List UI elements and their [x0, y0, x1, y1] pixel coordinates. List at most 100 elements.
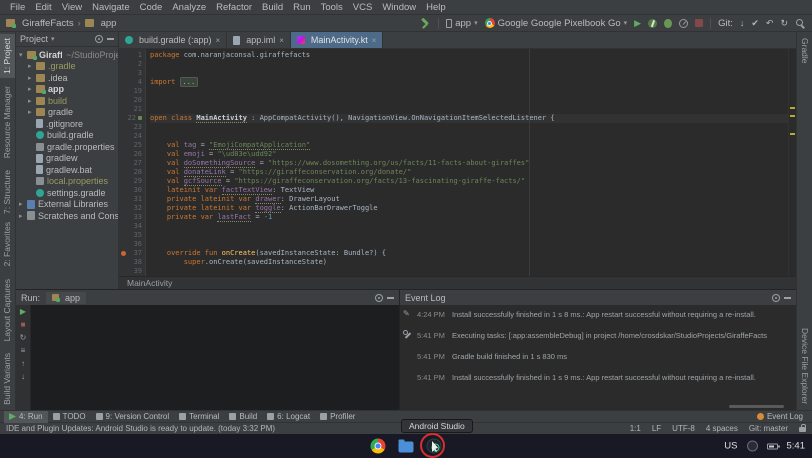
event-log-entry[interactable]: 5:41 PMGradle build finished in 1 s 830 … [417, 352, 793, 361]
settings-gear-icon[interactable] [95, 35, 103, 43]
run-config-select[interactable]: app ▾ [446, 18, 477, 29]
line-ending[interactable]: LF [652, 424, 661, 433]
stop-icon[interactable]: ■ [21, 321, 26, 329]
tool-stripe-gradle[interactable]: Gradle [797, 34, 812, 68]
tree-item-gradlew[interactable]: gradlew [16, 153, 118, 165]
git-commit-icon[interactable]: ✔ [751, 18, 759, 28]
warning-stripe-mark[interactable] [790, 107, 795, 109]
menu-build[interactable]: Build [257, 0, 288, 15]
tree-item-idea[interactable]: ▸.idea [16, 72, 118, 84]
stop-icon[interactable] [695, 19, 703, 27]
event-log-entry[interactable]: 5:41 PMExecuting tasks: [:app:assembleDe… [417, 331, 793, 340]
tree-item-external-libraries[interactable]: ▸External Libraries [16, 199, 118, 211]
menu-edit[interactable]: Edit [30, 0, 56, 15]
menu-file[interactable]: File [5, 0, 30, 15]
git-revert-icon[interactable]: ↶ [766, 18, 774, 28]
tab-build-gradle-app[interactable]: build.gradle (:app)× [119, 32, 227, 48]
hide-panel-icon[interactable] [387, 297, 394, 299]
keyboard-layout[interactable]: US [724, 441, 737, 452]
status-circle-icon[interactable] [747, 441, 758, 452]
menu-analyze[interactable]: Analyze [167, 0, 211, 15]
tree-item-gradle[interactable]: ▸gradle [16, 107, 118, 119]
run-button[interactable]: ▶ [634, 18, 641, 29]
toolwindow-terminal[interactable]: Terminal [174, 411, 224, 423]
toolwindow-6-logcat[interactable]: 6: Logcat [262, 411, 315, 423]
tree-item-gradlew-bat[interactable]: gradlew.bat [16, 164, 118, 176]
toolwindow-build[interactable]: Build [224, 411, 262, 423]
tree-item-gradle-properties[interactable]: gradle.properties [16, 141, 118, 153]
breadcrumb-project[interactable]: GiraffeFacts [22, 18, 74, 29]
tab-app-iml[interactable]: app.iml× [227, 32, 291, 48]
event-log-entry[interactable]: 4:24 PMInstall successfully finished in … [417, 310, 793, 319]
toolwindow-4-run[interactable]: 4: Run [4, 411, 48, 423]
clock[interactable]: 5:41 [787, 441, 806, 452]
restart-icon[interactable]: ↻ [20, 334, 27, 342]
files-icon[interactable] [399, 442, 414, 453]
menu-window[interactable]: Window [377, 0, 421, 15]
event-log-entry[interactable]: 5:41 PMInstall successfully finished in … [417, 373, 793, 382]
menu-code[interactable]: Code [135, 0, 168, 15]
menu-navigate[interactable]: Navigate [87, 0, 135, 15]
chrome-icon[interactable] [371, 439, 386, 454]
git-history-icon[interactable]: ↻ [780, 18, 788, 28]
tree-item-app[interactable]: ▸app [16, 84, 118, 96]
list-icon[interactable]: ≡ [21, 347, 26, 355]
close-icon[interactable]: × [216, 36, 221, 45]
project-panel-title[interactable]: Project [20, 34, 48, 44]
build-hammer-icon[interactable] [420, 18, 431, 29]
down-icon[interactable]: ↓ [21, 373, 25, 381]
tool-stripe-2-favorites[interactable]: 2: Favorites [0, 218, 15, 270]
tree-item-gradle[interactable]: ▸.gradle [16, 61, 118, 73]
indent-style[interactable]: 4 spaces [706, 424, 738, 433]
menu-view[interactable]: View [57, 0, 87, 15]
pencil-icon[interactable]: ✎ [403, 309, 410, 318]
tree-item-build[interactable]: ▸build [16, 95, 118, 107]
warning-stripe-mark[interactable] [790, 133, 795, 135]
up-icon[interactable]: ↑ [21, 360, 25, 368]
profile-icon[interactable] [679, 19, 688, 28]
tool-stripe-7-structure[interactable]: 7: Structure [0, 166, 15, 218]
apply-changes-icon[interactable] [648, 19, 657, 28]
breadcrumb-module[interactable]: app [101, 18, 117, 29]
tool-stripe-resource-manager[interactable]: Resource Manager [0, 82, 15, 162]
wrench-icon[interactable] [403, 330, 412, 339]
device-select[interactable]: Google Google Pixelbook Go ▾ [485, 18, 628, 29]
hide-panel-icon[interactable] [784, 297, 791, 299]
tab-mainactivity-kt[interactable]: MainActivity.kt× [291, 32, 384, 48]
run-tab-app[interactable]: app [46, 292, 86, 304]
close-icon[interactable]: × [279, 36, 284, 45]
menu-help[interactable]: Help [421, 0, 451, 15]
editor-code[interactable]: package com.naranjaconsal.giraffefactsim… [146, 49, 796, 276]
horizontal-scrollbar[interactable] [729, 405, 784, 408]
toolwindow-event-log[interactable]: Event Log [752, 411, 808, 423]
tool-stripe-1-project[interactable]: 1: Project [0, 34, 15, 78]
tool-stripe-build-variants[interactable]: Build Variants [0, 349, 15, 409]
hide-panel-icon[interactable] [107, 38, 114, 40]
tree-item-local-properties[interactable]: local.properties [16, 176, 118, 188]
menu-tools[interactable]: Tools [316, 0, 348, 15]
rerun-icon[interactable]: ▶ [20, 308, 26, 316]
menu-vcs[interactable]: VCS [348, 0, 378, 15]
tool-stripe-device-file-explorer[interactable]: Device File Explorer [797, 324, 812, 408]
tree-item-gitignore[interactable]: .gitignore [16, 118, 118, 130]
override-gutter-icon[interactable] [121, 251, 126, 256]
toolwindow-9-version-control[interactable]: 9: Version Control [91, 411, 175, 423]
menu-run[interactable]: Run [288, 0, 315, 15]
menu-refactor[interactable]: Refactor [211, 0, 257, 15]
settings-gear-icon[interactable] [375, 294, 383, 302]
debug-icon[interactable] [664, 19, 672, 28]
encoding[interactable]: UTF-8 [672, 424, 695, 433]
settings-gear-icon[interactable] [772, 294, 780, 302]
editor[interactable]: 1234192021222324252627282930313233343536… [119, 49, 796, 276]
error-stripe[interactable] [788, 49, 796, 276]
tree-item-scratches-and-consoles[interactable]: ▸Scratches and Consoles [16, 210, 118, 222]
caret-position[interactable]: 1:1 [630, 424, 641, 433]
breadcrumb-class[interactable]: MainActivity [127, 278, 172, 288]
tree-item-settings-gradle[interactable]: settings.gradle [16, 187, 118, 199]
tool-stripe-layout-captures[interactable]: Layout Captures [0, 275, 15, 345]
tree-root[interactable]: ▾ GiraffeFacts ~/StudioProjects/GiraffeF… [16, 49, 118, 61]
warning-stripe-mark[interactable] [790, 115, 795, 117]
run-console[interactable] [31, 305, 399, 410]
run-class-gutter-icon[interactable] [138, 116, 142, 120]
git-branch[interactable]: Git: master [749, 424, 788, 433]
